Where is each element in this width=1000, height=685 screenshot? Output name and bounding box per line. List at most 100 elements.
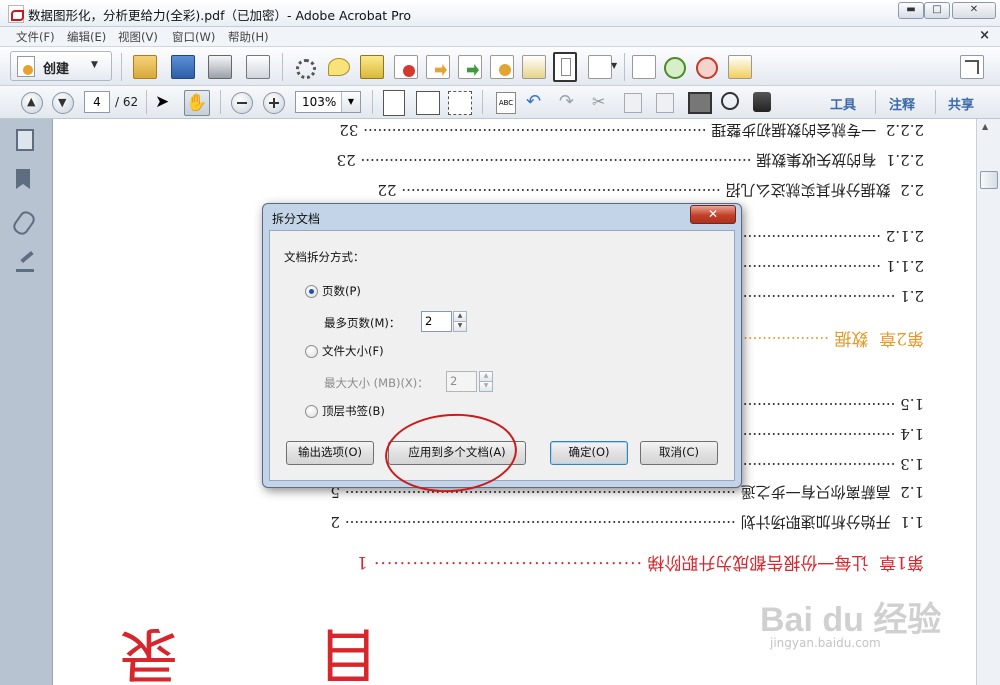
page-number-input[interactable]: 4	[84, 91, 110, 113]
menu-edit[interactable]: 编辑(E)	[67, 29, 106, 45]
email-icon[interactable]	[246, 55, 270, 79]
two-page-view-icon[interactable]	[448, 91, 472, 115]
print-icon[interactable]	[208, 55, 232, 79]
ok-button[interactable]: 确定(O)	[550, 441, 628, 465]
zoom-out-icon[interactable]	[231, 92, 253, 114]
toc-page: 32	[339, 121, 359, 139]
chevron-down-icon[interactable]: ▼	[341, 92, 360, 112]
toc-number: 2.2.1	[885, 151, 924, 169]
highlight-icon[interactable]	[360, 55, 384, 79]
navigation-toolbar: ▲ ▼ 4 / 62 ➤ ✋ 103% ▼ ABC ↶ ↷ ✂ 工具 注释 共享	[0, 86, 1000, 119]
tab-tools[interactable]: 工具	[830, 94, 856, 113]
gear-icon[interactable]	[296, 59, 316, 79]
max-pages-input[interactable]: 2	[421, 311, 452, 332]
find-binoculars-icon[interactable]	[753, 92, 771, 112]
max-pages-label: 最多页数(M)：	[324, 316, 401, 330]
fullscreen-icon[interactable]	[960, 55, 984, 79]
toc-page: 1	[356, 552, 368, 572]
chevron-down-icon[interactable]: ▼	[611, 61, 617, 70]
attachment-paperclip-icon[interactable]	[10, 208, 38, 238]
chevron-down-icon: ▼	[91, 60, 98, 70]
paste-icon	[656, 93, 674, 113]
page-options-icon[interactable]	[588, 55, 612, 79]
save-icon[interactable]	[171, 55, 195, 79]
fit-page-icon[interactable]	[383, 90, 405, 116]
extract-pages-icon[interactable]	[490, 55, 514, 79]
unlink-icon[interactable]	[696, 57, 718, 79]
toc-title: 数据分析其实就这么几招	[725, 181, 891, 199]
output-options-button[interactable]: 输出选项(O)	[286, 441, 374, 465]
toc-number: 1.4	[900, 425, 924, 443]
secure-document-icon[interactable]	[728, 55, 752, 79]
replace-pages-icon[interactable]	[458, 55, 482, 79]
maximize-button[interactable]: □	[924, 2, 950, 19]
form-field-icon[interactable]	[632, 55, 656, 79]
create-button[interactable]: 创建 ▼	[10, 51, 112, 81]
toc-page: 23	[336, 151, 356, 169]
vertical-scrollbar[interactable]: ▲	[976, 119, 1000, 685]
comment-bubble-icon[interactable]	[328, 58, 350, 76]
menu-window[interactable]: 窗口(W)	[172, 29, 215, 45]
toc-number: 1.3	[900, 455, 924, 473]
hand-tool-icon[interactable]: ✋	[184, 90, 210, 116]
search-icon[interactable]	[721, 92, 739, 110]
radio-filesize[interactable]	[305, 345, 318, 358]
toc-entry[interactable]: 1.1 开始分析加速职场计划 ·························…	[330, 512, 924, 533]
toc-title: 有的放矢收集数据	[756, 151, 877, 169]
next-page-icon[interactable]: ▼	[52, 92, 74, 114]
link-icon[interactable]	[664, 57, 686, 79]
bookmark-icon[interactable]	[16, 169, 30, 189]
toc-entry[interactable]: 2.2.2 一专就会的数据初步整理 ······················…	[339, 120, 924, 141]
dialog-close-button[interactable]: ✕	[690, 205, 736, 224]
open-folder-icon[interactable]	[133, 55, 157, 79]
zoom-select[interactable]: 103% ▼	[295, 91, 361, 113]
cancel-button[interactable]: 取消(C)	[640, 441, 718, 465]
radio-filesize-label[interactable]: 文件大小(F)	[322, 343, 384, 359]
copy-icon	[624, 93, 642, 113]
radio-bookmarks[interactable]	[305, 405, 318, 418]
close-window-button[interactable]: ✕	[952, 2, 996, 19]
delete-pages-icon[interactable]	[394, 55, 418, 79]
main-toolbar: 创建 ▼ ▼	[0, 47, 1000, 86]
close-document-icon[interactable]: ×	[979, 28, 990, 43]
radio-pages[interactable]	[305, 285, 318, 298]
toc-entry[interactable]: 2.2.1 有的放矢收集数据 ·························…	[337, 150, 924, 171]
page-thumbnails-icon[interactable]	[16, 129, 34, 151]
pdf-file-icon	[8, 5, 24, 23]
single-page-view-icon[interactable]	[553, 52, 577, 82]
menu-bar: 文件(F) 编辑(E) 视图(V) 窗口(W) 帮助(H) ×	[0, 27, 1000, 47]
signature-icon[interactable]	[16, 250, 34, 272]
undo-icon[interactable]: ↶	[526, 92, 546, 112]
fit-width-icon[interactable]	[416, 91, 440, 115]
toc-number: 2.2.2	[885, 121, 924, 139]
watermark-brand: Bai du 经验	[760, 601, 942, 639]
toc-chapter[interactable]: 第1章 让每一份报告都成为升职阶梯 ······················…	[357, 552, 924, 577]
scroll-up-icon[interactable]: ▲	[982, 122, 988, 131]
max-size-input: 2	[446, 371, 477, 392]
toc-number: 1.2	[900, 483, 924, 501]
radio-bookmarks-label[interactable]: 顶层书签(B)	[322, 403, 385, 419]
insert-pages-icon[interactable]	[426, 55, 450, 79]
zoom-in-icon[interactable]	[263, 92, 285, 114]
radio-pages-label[interactable]: 页数(P)	[322, 283, 361, 299]
tab-share[interactable]: 共享	[948, 94, 974, 113]
menu-view[interactable]: 视图(V)	[118, 29, 158, 45]
scrollbar-thumb[interactable]	[980, 171, 998, 189]
spell-check-icon[interactable]: ABC	[496, 92, 516, 114]
toc-number: 2.1.2	[885, 227, 924, 245]
menu-help[interactable]: 帮助(H)	[228, 29, 269, 45]
snapshot-icon[interactable]	[688, 92, 712, 114]
redo-icon: ↷	[559, 91, 575, 112]
select-cursor-icon[interactable]: ➤	[155, 92, 175, 112]
previous-page-icon[interactable]: ▲	[21, 92, 43, 114]
spin-down-icon[interactable]: ▼	[453, 321, 467, 332]
minimize-button[interactable]: ▬	[898, 2, 924, 19]
tab-comment[interactable]: 注释	[889, 94, 915, 113]
menu-file[interactable]: 文件(F)	[16, 29, 55, 45]
window-title: 数据图形化，分析更给力(全彩).pdf（已加密）- Adobe Acrobat …	[28, 8, 412, 23]
toc-number: 2.1	[900, 287, 924, 305]
toc-entry[interactable]: 2.2 数据分析其实就这么几招 ························…	[377, 180, 924, 201]
watermark-url: jingyan.baidu.com	[770, 636, 881, 650]
split-document-icon[interactable]	[522, 55, 546, 79]
navigation-panel	[0, 119, 53, 685]
